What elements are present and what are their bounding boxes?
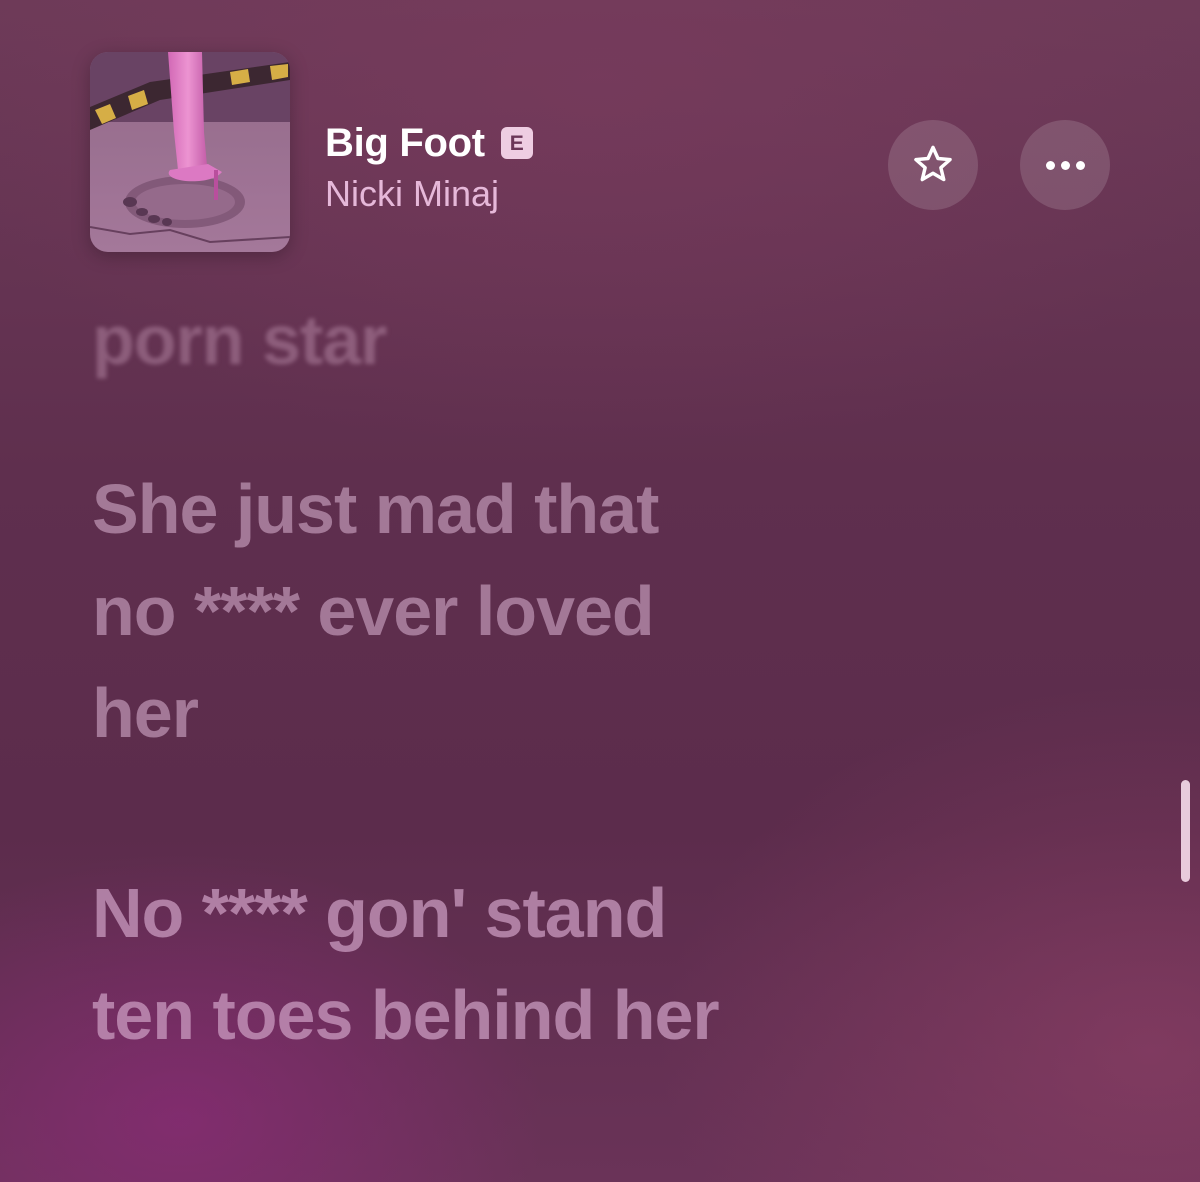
album-artwork[interactable]	[90, 52, 290, 252]
now-playing-header: Big Foot E Nicki Minaj	[90, 52, 1110, 254]
lyric-line: her	[92, 674, 199, 752]
track-info: Big Foot E Nicki Minaj	[325, 117, 533, 215]
lyric-line: No **** gon' stand	[92, 874, 667, 952]
star-outline-icon	[914, 145, 952, 182]
favorite-button[interactable]	[888, 120, 978, 210]
title-row: Big Foot E	[325, 117, 533, 169]
lyric-line-previous[interactable]: porn star	[92, 300, 992, 380]
ellipsis-icon	[1045, 160, 1085, 170]
lyric-line: ten toes behind her	[92, 976, 720, 1054]
lyric-line: She just mad that	[92, 470, 659, 548]
more-options-button[interactable]	[1020, 120, 1110, 210]
lyric-line: no **** ever loved	[92, 572, 655, 650]
lyrics-view[interactable]: porn star She just mad that no **** ever…	[92, 300, 992, 1066]
track-title[interactable]: Big Foot	[325, 121, 485, 166]
lyric-block[interactable]: She just mad that no **** ever loved her	[92, 458, 992, 764]
lyric-block[interactable]: No **** gon' stand ten toes behind her	[92, 862, 992, 1066]
artist-name[interactable]: Nicki Minaj	[325, 173, 533, 215]
lyrics-scrollbar[interactable]	[1181, 780, 1190, 882]
explicit-badge: E	[500, 127, 533, 159]
